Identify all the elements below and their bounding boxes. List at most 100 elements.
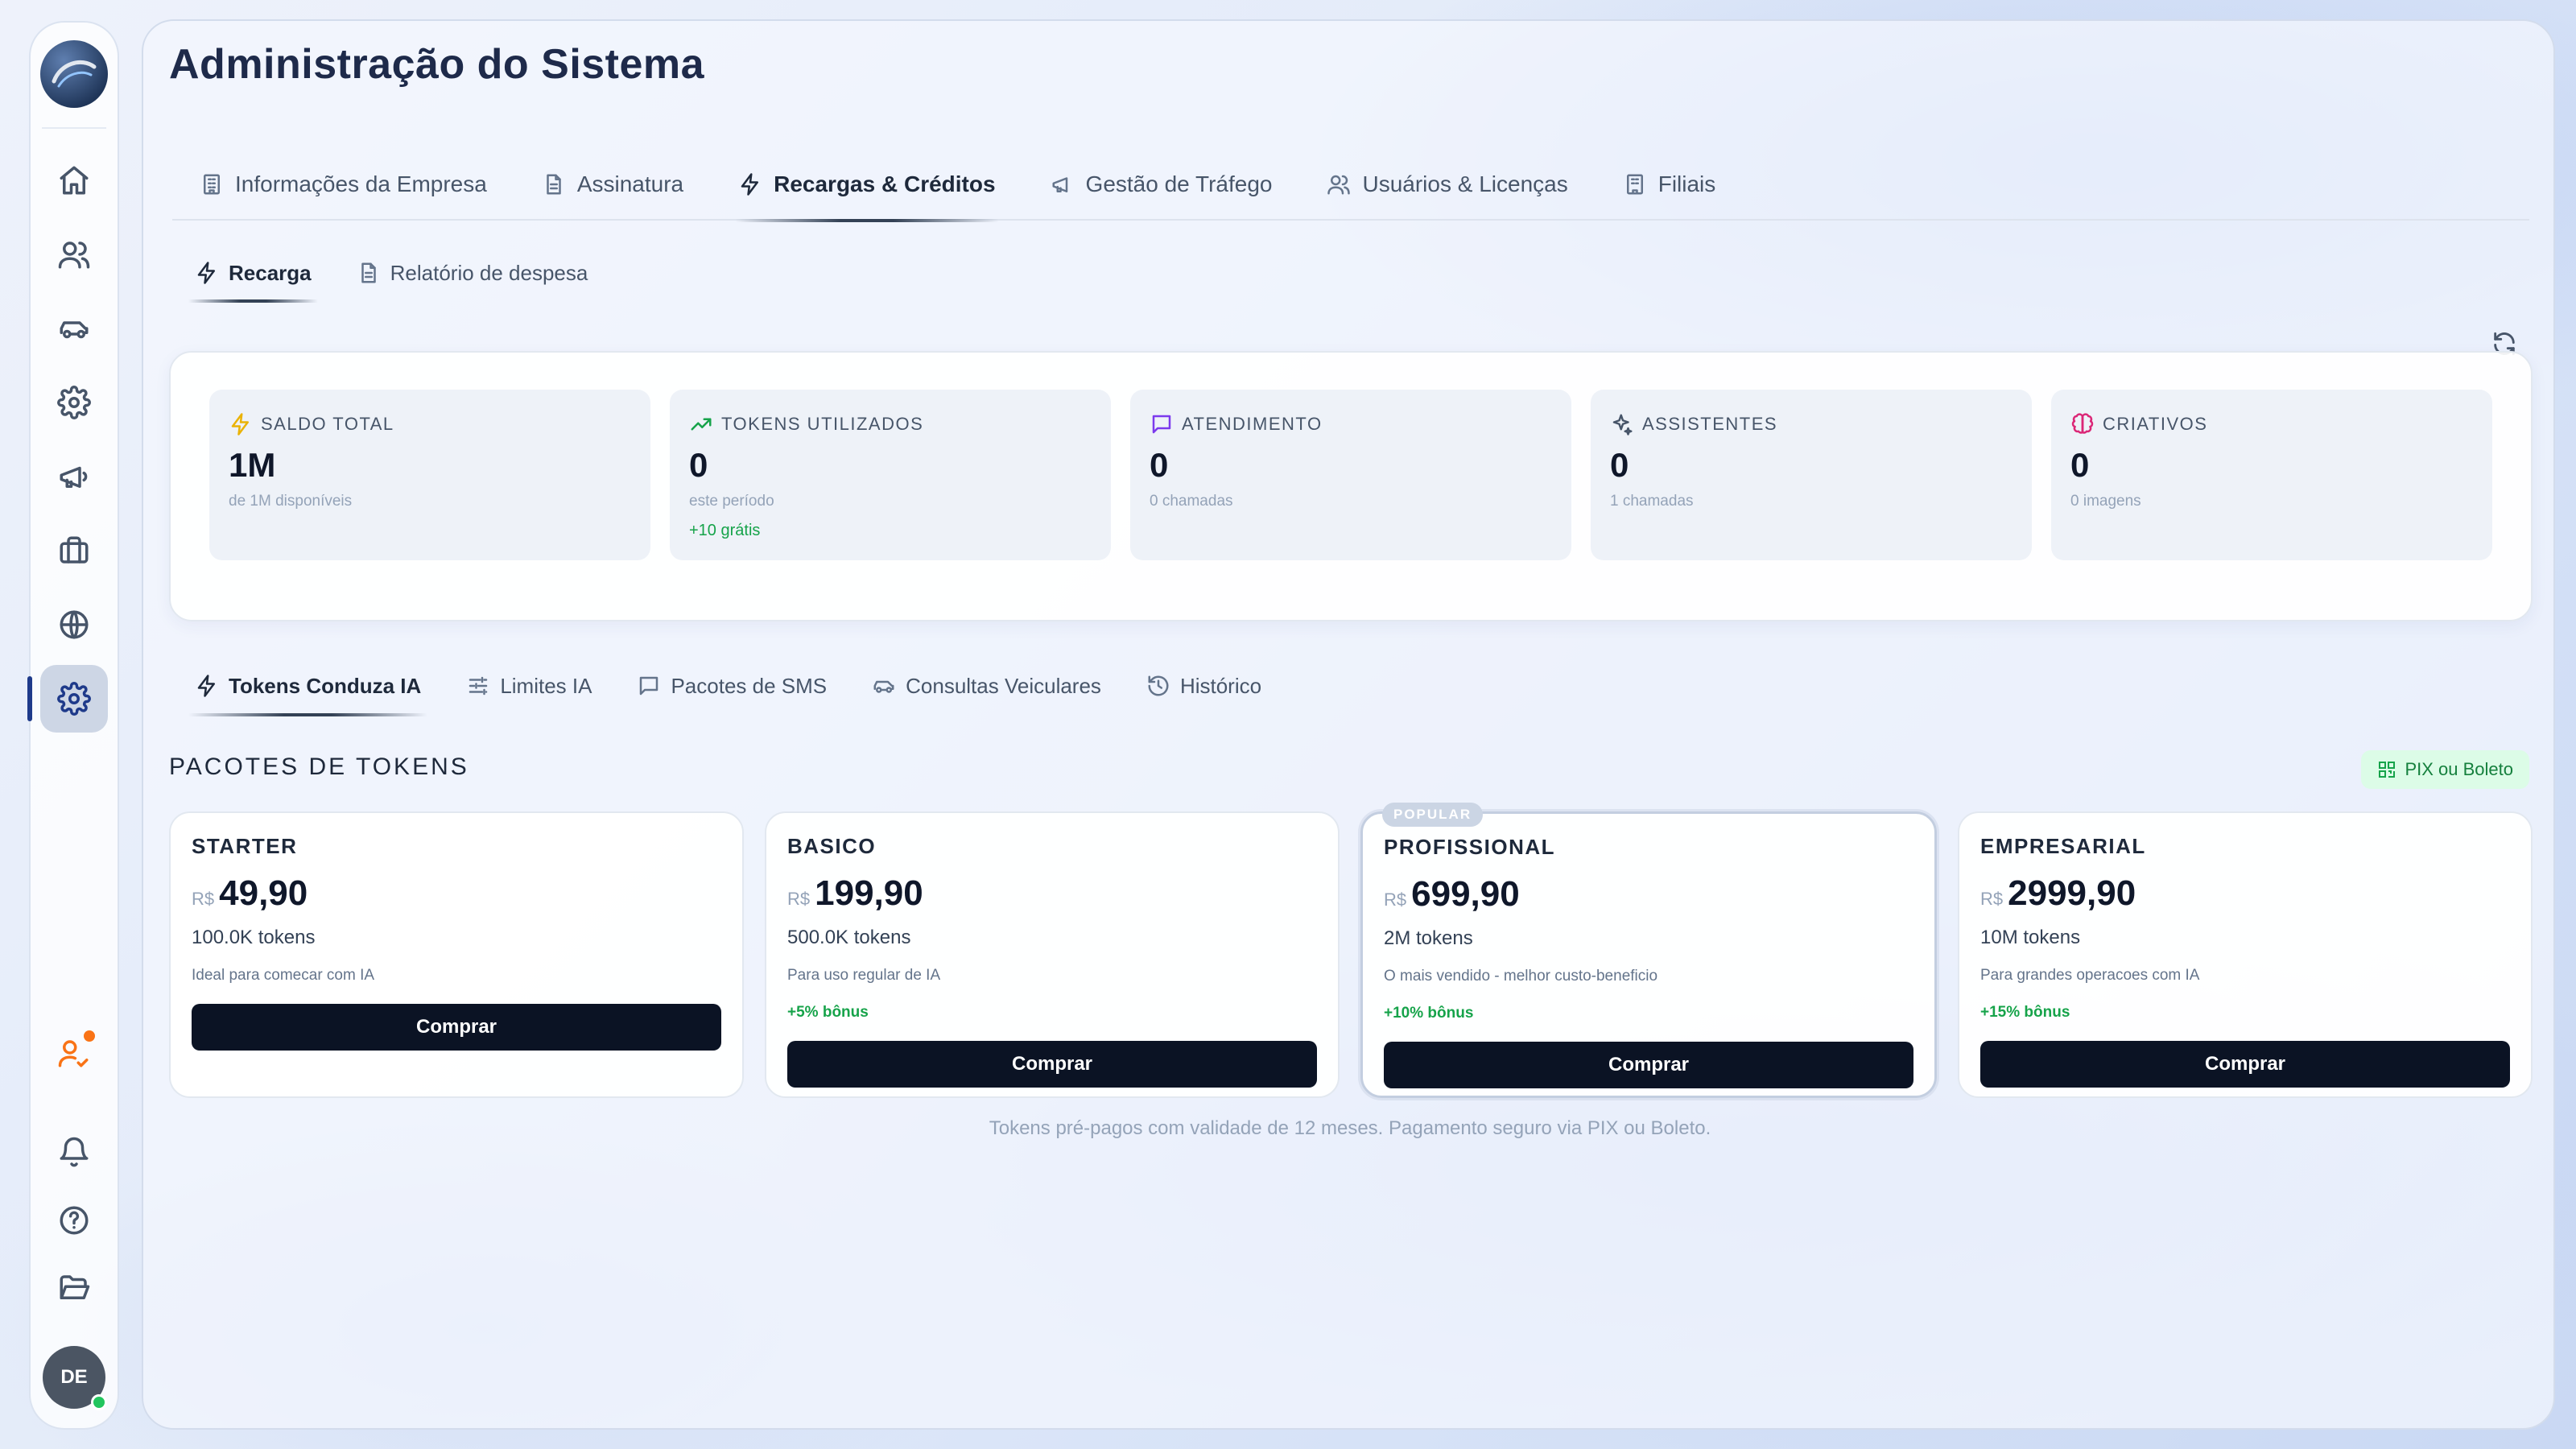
- subtab-expense-report[interactable]: Relatório de despesa: [334, 243, 611, 303]
- currency-symbol: R$: [192, 889, 215, 909]
- sidebar-item-vehicles[interactable]: [40, 295, 108, 362]
- balance-stats-card: SALDO TOTAL 1M de 1M disponíveis TOKENS …: [169, 351, 2533, 621]
- history-icon: [1148, 675, 1169, 696]
- tab-ai-tokens[interactable]: Tokens Conduza IA: [172, 655, 444, 716]
- brain-icon: [2071, 413, 2094, 434]
- users-icon: [58, 242, 90, 269]
- online-status-dot: [91, 1394, 107, 1410]
- package-description: Para grandes operacoes com IA: [1980, 967, 2200, 984]
- package-card-profissional: POPULAR PROFISSIONAL R$ 699,90 2M tokens…: [1360, 803, 1937, 1098]
- main-panel: Administração do Sistema Informações da …: [142, 19, 2555, 1430]
- stat-tokens-used: TOKENS UTILIZADOS 0 este período +10 grá…: [670, 390, 1111, 560]
- buy-button[interactable]: Comprar: [1384, 1042, 1913, 1088]
- price-amount: 49,90: [219, 873, 308, 913]
- package-description: O mais vendido - melhor custo-beneficio: [1384, 968, 1658, 985]
- tab-history[interactable]: Histórico: [1124, 655, 1284, 716]
- chat-icon: [1152, 415, 1171, 434]
- building-icon: [204, 174, 220, 195]
- tab-label: Histórico: [1179, 673, 1262, 698]
- avatar[interactable]: DE: [43, 1346, 107, 1410]
- stat-value: 1M: [229, 446, 276, 484]
- package-card-empresarial: EMPRESARIAL R$ 2999,90 10M tokens Para g…: [1958, 811, 2533, 1098]
- megaphone-icon: [60, 466, 88, 488]
- package-tokens: 10M tokens: [1980, 927, 2081, 948]
- stat-value: 0: [1150, 446, 1169, 484]
- sidebar-item-files[interactable]: [40, 1254, 108, 1322]
- tab-vehicle-lookups[interactable]: Consultas Veiculares: [849, 655, 1124, 716]
- main-tabs: Informações da Empresa Assinatura Recarg…: [172, 150, 2529, 222]
- package-tokens: 500.0K tokens: [787, 927, 911, 948]
- sidebar-item-users[interactable]: [40, 221, 108, 288]
- stat-label: ASSISTENTES: [1642, 414, 1778, 434]
- stat-label: SALDO TOTAL: [261, 414, 394, 434]
- tab-company-info[interactable]: Informações da Empresa: [172, 150, 514, 219]
- package-name: STARTER: [192, 834, 298, 858]
- buy-button[interactable]: Comprar: [787, 1041, 1317, 1088]
- tab-label: Recargas & Créditos: [774, 171, 996, 196]
- sidebar-item-settings[interactable]: [40, 369, 108, 436]
- tab-subscription[interactable]: Assinatura: [514, 150, 711, 219]
- avatar-initials: DE: [60, 1366, 88, 1388]
- globe-icon: [60, 610, 89, 639]
- package-price: R$ 199,90: [787, 873, 1317, 914]
- package-bonus: +5% bônus: [787, 1004, 869, 1021]
- tab-label: Tokens Conduza IA: [229, 673, 422, 698]
- package-description: Para uso regular de IA: [787, 967, 941, 984]
- sidebar-item-admin[interactable]: [27, 665, 108, 733]
- stat-creatives: CRIATIVOS 0 0 imagens: [2051, 390, 2492, 560]
- notification-dot: [84, 1030, 95, 1042]
- tab-traffic-management[interactable]: Gestão de Tráfego: [1023, 150, 1300, 219]
- sidebar-item-help[interactable]: [40, 1187, 108, 1254]
- sidebar-item-user-alerts[interactable]: [40, 1019, 108, 1087]
- package-tokens: 2M tokens: [1384, 927, 1473, 949]
- sidebar-item-home[interactable]: [40, 147, 108, 214]
- stat-label: ATENDIMENTO: [1182, 414, 1323, 434]
- package-name: BASICO: [787, 834, 877, 858]
- stat-subtext: 1 chamadas: [1610, 493, 1694, 510]
- package-bonus: +15% bônus: [1980, 1004, 2070, 1021]
- tab-branches[interactable]: Filiais: [1596, 150, 1744, 219]
- sidebar-item-notifications[interactable]: [40, 1119, 108, 1187]
- tab-sms-packages[interactable]: Pacotes de SMS: [614, 655, 849, 716]
- tab-recharges-credits[interactable]: Recargas & Créditos: [711, 150, 1022, 222]
- currency-symbol: R$: [787, 889, 811, 909]
- buy-button[interactable]: Comprar: [192, 1004, 721, 1051]
- tab-ai-limits[interactable]: Limites IA: [444, 655, 614, 716]
- tab-label: Gestão de Tráfego: [1085, 171, 1273, 196]
- package-card-starter: STARTER R$ 49,90 100.0K tokens Ideal par…: [169, 811, 744, 1098]
- car-icon: [60, 321, 89, 339]
- package-card-basico: BASICO R$ 199,90 500.0K tokens Para uso …: [765, 811, 1340, 1098]
- sidebar-item-business[interactable]: [40, 517, 108, 584]
- package-bonus: +10% bônus: [1384, 1005, 1474, 1022]
- package-description: Ideal para comecar com IA: [192, 967, 375, 984]
- section-title: PACOTES DE TOKENS: [169, 753, 469, 780]
- sidebar-divider: [42, 127, 106, 129]
- package-name: EMPRESARIAL: [1980, 834, 2146, 858]
- tab-label: Assinatura: [576, 171, 684, 196]
- package-tokens: 100.0K tokens: [192, 927, 316, 948]
- logo-swoosh-icon: [52, 60, 97, 88]
- price-amount: 2999,90: [2008, 873, 2136, 913]
- stat-label: TOKENS UTILIZADOS: [721, 414, 924, 434]
- bell-icon: [60, 1137, 89, 1167]
- subtab-recharge[interactable]: Recarga: [172, 243, 334, 303]
- tab-label: Consultas Veiculares: [906, 673, 1101, 698]
- app-logo[interactable]: [40, 40, 108, 108]
- tab-label: Pacotes de SMS: [671, 673, 828, 698]
- building-icon: [1626, 174, 1643, 195]
- tab-label: Informações da Empresa: [235, 171, 487, 196]
- sidebar-item-web[interactable]: [40, 591, 108, 658]
- sliders-icon: [469, 676, 488, 696]
- stat-free-tokens: +10 grátis: [689, 522, 761, 539]
- sidebar-item-marketing[interactable]: [40, 443, 108, 510]
- sub-tabs: Recarga Relatório de despesa: [172, 243, 610, 303]
- stat-subtext: de 1M disponíveis: [229, 493, 353, 510]
- stat-value: 0: [1610, 446, 1629, 484]
- tab-users-licenses[interactable]: Usuários & Licenças: [1299, 150, 1595, 219]
- sparkles-icon: [1612, 414, 1633, 436]
- buy-button[interactable]: Comprar: [1980, 1041, 2510, 1088]
- car-icon: [873, 680, 894, 693]
- document-icon: [361, 262, 376, 283]
- sidebar: DE: [27, 21, 119, 1430]
- stat-subtext: este período: [689, 493, 774, 510]
